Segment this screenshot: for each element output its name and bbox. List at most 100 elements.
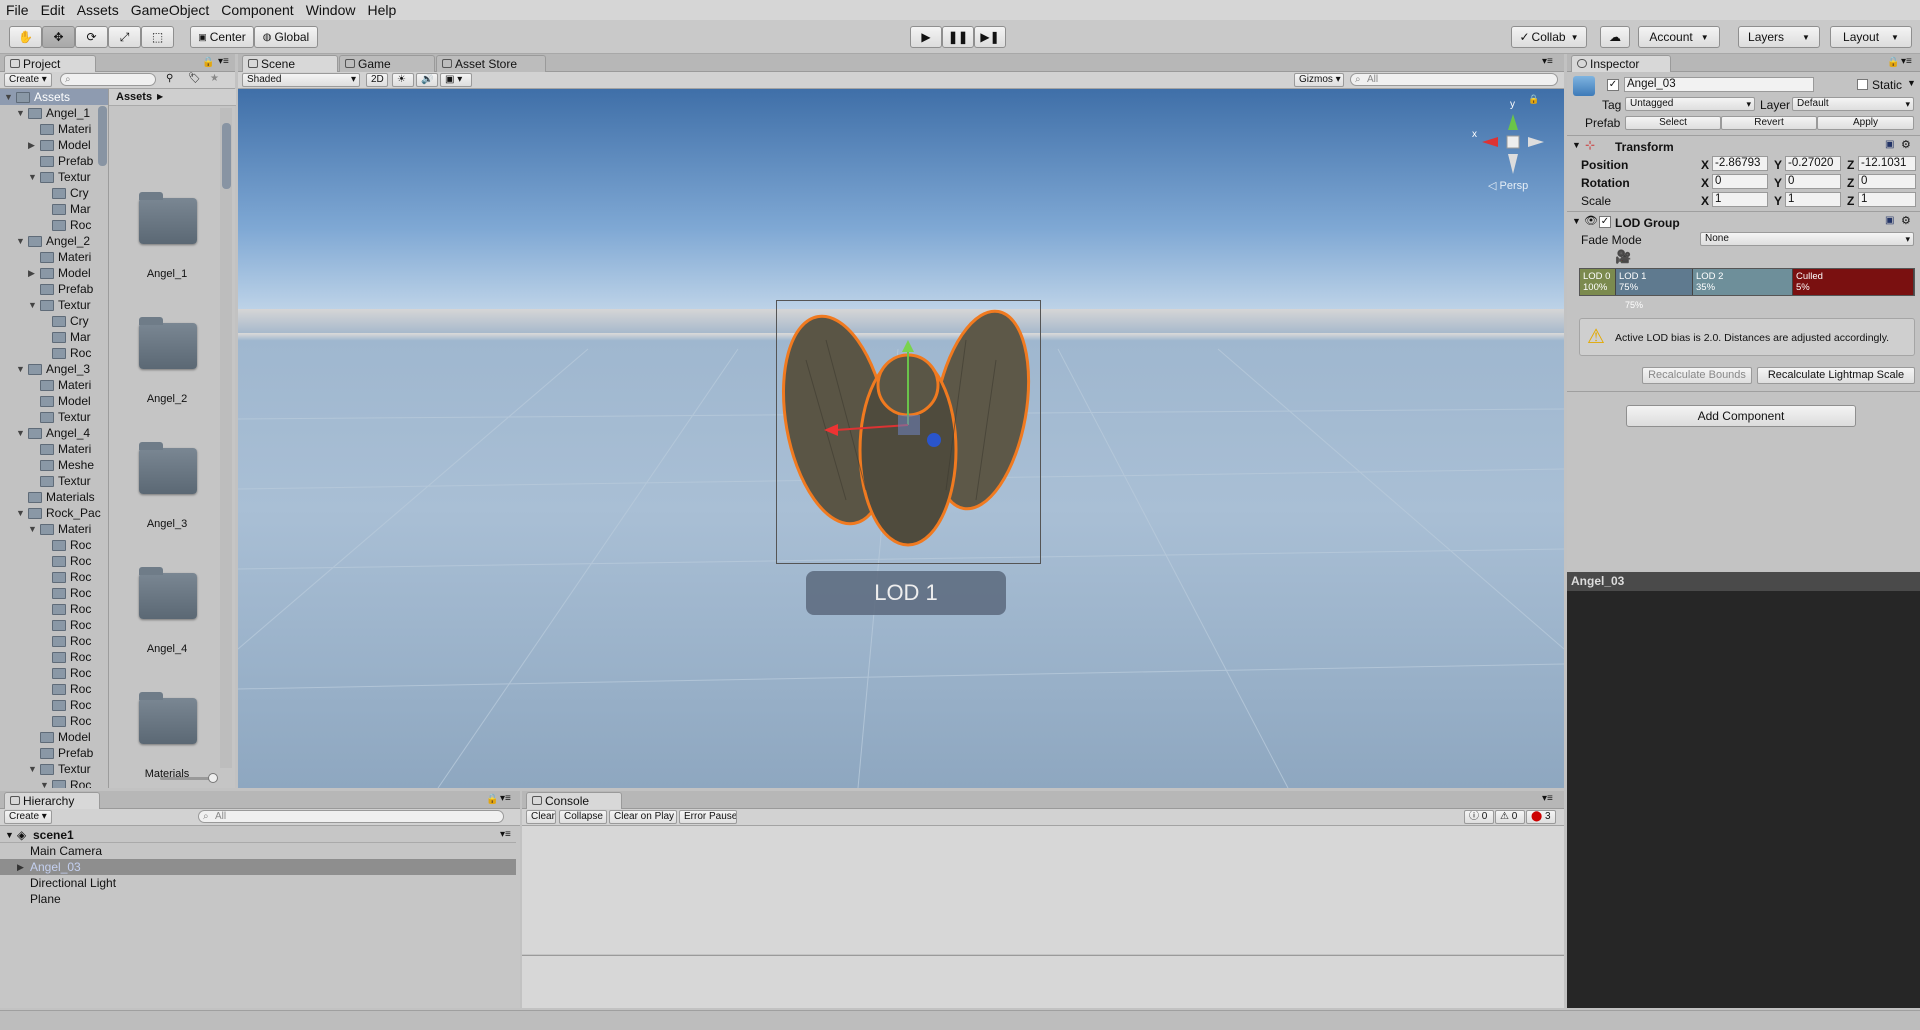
chevron-right-icon[interactable]: ▶ [28, 140, 40, 151]
tree-item[interactable]: Materials [0, 489, 95, 505]
tree-item[interactable]: ▼ Angel_4 [0, 425, 90, 441]
move-tool-button[interactable]: ✥ [42, 26, 75, 48]
foldout-arrow-icon[interactable]: ▼ [16, 508, 28, 518]
object-name-field[interactable]: Angel_03 [1624, 77, 1814, 92]
favorite-star-icon[interactable]: ★ [210, 73, 219, 84]
foldout-arrow-icon[interactable]: ▼ [40, 780, 52, 788]
tree-item[interactable]: Materi [0, 441, 91, 457]
console-clear-on-play-button[interactable]: Clear on Play [609, 810, 677, 824]
menu-window[interactable]: Window [300, 2, 362, 18]
play-button[interactable]: ▶ [910, 26, 942, 48]
tree-item[interactable]: Roc [0, 537, 91, 553]
foldout-arrow-icon[interactable]: ▼ [16, 108, 28, 118]
help-icon[interactable]: ▣ [1885, 215, 1894, 226]
foldout-arrow-icon[interactable]: ▼ [28, 764, 40, 774]
static-checkbox[interactable] [1857, 79, 1868, 90]
tree-item[interactable]: ▼ Rock_Pac [0, 505, 101, 521]
tree-item[interactable]: ▼ Roc [0, 777, 91, 788]
tag-dropdown[interactable]: Untagged [1625, 97, 1755, 111]
foldout-arrow-icon[interactable]: ▼ [1572, 140, 1581, 150]
tree-item[interactable]: Mar [0, 201, 91, 217]
position-y-field[interactable]: -0.27020 [1785, 156, 1841, 171]
project-search-input[interactable]: ⌕ [60, 73, 156, 86]
panel-menu-icon[interactable]: ▾≡ [1542, 56, 1553, 67]
lod-segment[interactable]: LOD 2 35% [1693, 269, 1793, 295]
chevron-right-icon[interactable]: ▶ [17, 859, 24, 875]
projection-label[interactable]: ◁ Persp [1488, 179, 1528, 192]
tree-scrollbar[interactable] [98, 106, 107, 166]
position-z-field[interactable]: -12.1031 [1858, 156, 1916, 171]
lod-segment[interactable]: LOD 0 100% [1580, 269, 1616, 295]
folder-label[interactable]: Angel_1 [112, 268, 222, 280]
tree-item[interactable]: Textur [0, 409, 91, 425]
tree-item[interactable]: ▼ Angel_3 [0, 361, 90, 377]
gear-icon[interactable]: ⚙ [1901, 214, 1911, 227]
tree-item[interactable]: Textur [0, 473, 91, 489]
error-filter-toggle[interactable]: ⬤ 3 [1526, 810, 1556, 824]
tree-item[interactable]: ▼ Materi [0, 521, 91, 537]
pivot-center-button[interactable]: ▣ Center [190, 26, 254, 48]
cloud-button[interactable]: ☁ [1600, 26, 1630, 48]
foldout-arrow-icon[interactable]: ▼ [28, 524, 40, 534]
foldout-arrow-icon[interactable]: ▼ [16, 236, 28, 246]
hierarchy-search-input[interactable]: ⌕ All [198, 810, 504, 823]
tab-project[interactable]: Project [4, 55, 96, 72]
foldout-arrow-icon[interactable]: ▼ [4, 92, 16, 102]
effects-toggle[interactable]: ▣ ▾ [440, 73, 472, 87]
tree-item[interactable]: Materi [0, 121, 91, 137]
tree-item[interactable]: Roc [0, 713, 91, 729]
folder-icon[interactable] [139, 442, 197, 494]
hierarchy-item[interactable]: Plane [0, 891, 516, 907]
tree-item[interactable]: Prefab [0, 745, 93, 761]
lod-segment[interactable]: Culled 5% [1793, 269, 1914, 295]
foldout-arrow-icon[interactable]: ▼ [28, 172, 40, 182]
tree-item[interactable]: Cry [0, 185, 89, 201]
tree-item[interactable]: Model [0, 729, 91, 745]
prefab-revert-button[interactable]: Revert [1721, 116, 1817, 130]
panel-menu-icon[interactable]: ▾≡ [500, 793, 511, 804]
prefab-select-button[interactable]: Select [1625, 116, 1721, 130]
audio-toggle[interactable]: 🔊 [416, 73, 438, 87]
scale-y-field[interactable]: 1 [1785, 192, 1841, 207]
scale-z-field[interactable]: 1 [1858, 192, 1916, 207]
collab-button[interactable]: ✓ Collab ▼ [1511, 26, 1587, 48]
2d-toggle[interactable]: 2D [366, 73, 388, 87]
tree-item[interactable]: Meshe [0, 457, 94, 473]
tab-game[interactable]: Game [339, 55, 435, 72]
rotation-z-field[interactable]: 0 [1858, 174, 1916, 189]
tree-item[interactable]: Materi [0, 377, 91, 393]
menu-assets[interactable]: Assets [71, 2, 125, 18]
lod-bar[interactable]: LOD 0 100% LOD 1 75% LOD 2 35% Culled 5% [1579, 268, 1915, 296]
scene-row[interactable]: ▼ ◈ scene1 ▾≡ [0, 827, 516, 843]
tree-item[interactable]: Mar [0, 329, 91, 345]
tree-item[interactable]: ▼ Textur [0, 761, 91, 777]
rotation-x-field[interactable]: 0 [1712, 174, 1768, 189]
layer-dropdown[interactable]: Default [1792, 97, 1914, 111]
panel-menu-icon[interactable]: ▾≡ [1901, 56, 1912, 67]
panel-menu-icon[interactable]: ▾≡ [1542, 793, 1553, 804]
console-clear-button[interactable]: Clear [526, 810, 556, 824]
console-log-list[interactable] [522, 826, 1564, 954]
console-detail-area[interactable] [522, 955, 1564, 1008]
menu-help[interactable]: Help [361, 2, 402, 18]
angel-model[interactable] [776, 300, 1041, 564]
tree-item[interactable]: Cry [0, 313, 89, 329]
camera-icon[interactable]: 🎥 [1615, 249, 1631, 265]
tree-item[interactable]: Roc [0, 345, 91, 361]
hand-tool-button[interactable]: ✋ [9, 26, 42, 48]
layout-dropdown[interactable]: Layout ▼ [1830, 26, 1912, 48]
chevron-right-icon[interactable]: ▶ [28, 268, 40, 279]
foldout-arrow-icon[interactable]: ▼ [16, 428, 28, 438]
fade-mode-dropdown[interactable]: None [1700, 232, 1914, 246]
tree-item[interactable]: ▼ Angel_1 [0, 105, 90, 121]
layers-dropdown[interactable]: Layers ▼ [1738, 26, 1820, 48]
breadcrumb-assets[interactable]: Assets [116, 91, 152, 103]
folder-icon[interactable] [139, 192, 197, 244]
lod-enabled-checkbox[interactable]: ✓ [1599, 216, 1611, 228]
shading-dropdown[interactable]: Shaded ▾ [242, 73, 360, 87]
scale-x-field[interactable]: 1 [1712, 192, 1768, 207]
scene-menu-icon[interactable]: ▾≡ [500, 827, 511, 843]
filter-type-icon[interactable]: ⚲ [166, 73, 173, 84]
menu-component[interactable]: Component [215, 2, 299, 18]
foldout-arrow-icon[interactable]: ▼ [28, 300, 40, 310]
